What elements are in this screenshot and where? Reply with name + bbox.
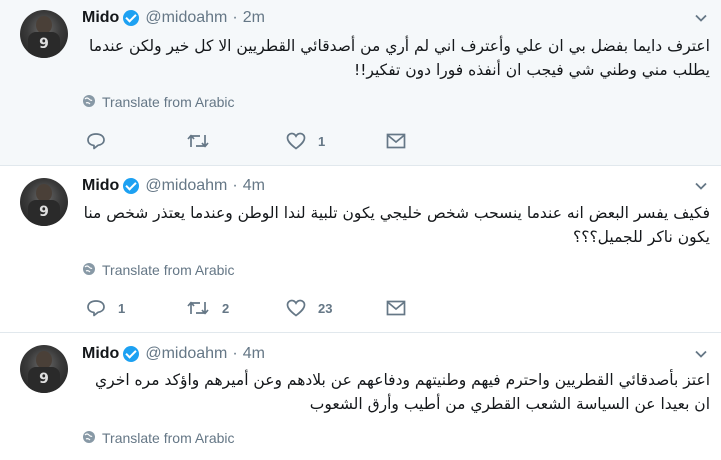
globe-icon	[82, 430, 102, 447]
verified-badge-icon	[123, 346, 140, 362]
tweet-card[interactable]: 9 Mido @midoahm · 4m اعتز بأصدقائي القطر…	[0, 333, 721, 460]
chevron-down-icon[interactable]	[695, 348, 707, 360]
user-handle[interactable]: @midoahm	[145, 345, 227, 363]
avatar[interactable]: 9	[20, 345, 68, 393]
retweet-icon	[186, 299, 210, 317]
timestamp[interactable]: 4m	[243, 177, 265, 195]
retweet-button[interactable]	[186, 130, 222, 152]
retweet-icon	[186, 132, 210, 150]
heart-icon	[286, 132, 306, 150]
separator-dot: ·	[232, 177, 238, 194]
translate-link[interactable]: Translate from Arabic	[82, 429, 235, 447]
like-button[interactable]: 1	[286, 130, 325, 152]
globe-icon	[82, 262, 102, 279]
translate-label: Translate from Arabic	[102, 430, 235, 446]
separator-dot: ·	[232, 9, 238, 26]
avatar-jersey-number: 9	[28, 32, 60, 58]
timestamp[interactable]: 2m	[243, 9, 265, 27]
avatar-jersey-number: 9	[28, 367, 60, 393]
retweet-count: 2	[222, 300, 230, 316]
display-name[interactable]: Mido	[82, 345, 119, 363]
user-handle[interactable]: @midoahm	[145, 177, 227, 195]
reply-count: 1	[118, 300, 126, 316]
avatar[interactable]: 9	[20, 178, 68, 226]
verified-badge-icon	[123, 10, 140, 26]
reply-button[interactable]: 1	[86, 297, 125, 319]
like-count: 23	[318, 300, 333, 316]
direct-message-button[interactable]	[386, 130, 406, 152]
tweet-card[interactable]: 9 Mido @midoahm · 4m فكيف يفسر البعض انه…	[0, 166, 721, 333]
reply-icon	[86, 132, 106, 150]
tweet-header: Mido @midoahm · 2m	[82, 8, 265, 28]
avatar[interactable]: 9	[20, 10, 68, 58]
direct-message-button[interactable]	[386, 297, 406, 319]
tweet-card[interactable]: 9 Mido @midoahm · 2m اعترف دايما بفضل بي…	[0, 0, 721, 166]
tweet-header: Mido @midoahm · 4m	[82, 344, 265, 364]
tweet-actions: 1	[82, 130, 482, 152]
user-handle[interactable]: @midoahm	[145, 9, 227, 27]
display-name[interactable]: Mido	[82, 177, 119, 195]
like-count: 1	[318, 133, 326, 149]
tweet-text: اعترف دايما بفضل بي ان علي وأعترف اني لم…	[89, 37, 710, 79]
separator-dot: ·	[232, 345, 238, 362]
avatar-jersey-number: 9	[28, 200, 60, 226]
reply-icon	[86, 299, 106, 317]
verified-badge-icon	[123, 178, 140, 194]
like-button[interactable]: 23	[286, 297, 332, 319]
reply-button[interactable]	[86, 130, 118, 152]
translate-label: Translate from Arabic	[102, 262, 235, 278]
envelope-icon	[386, 300, 406, 316]
chevron-down-icon[interactable]	[695, 180, 707, 192]
translate-link[interactable]: Translate from Arabic	[82, 261, 235, 279]
envelope-icon	[386, 133, 406, 149]
tweet-actions: 1 2 23	[82, 297, 482, 319]
tweet-text: فكيف يفسر البعض انه عندما ينسحب شخص خليج…	[83, 204, 710, 246]
globe-icon	[82, 94, 102, 111]
translate-label: Translate from Arabic	[102, 94, 235, 110]
display-name[interactable]: Mido	[82, 9, 119, 27]
timestamp[interactable]: 4m	[243, 345, 265, 363]
tweet-header: Mido @midoahm · 4m	[82, 176, 265, 196]
tweet-text: اعتز بأصدقائي القطريين واحترم فيهم وطنيت…	[95, 371, 710, 413]
heart-icon	[286, 299, 306, 317]
chevron-down-icon[interactable]	[695, 12, 707, 24]
translate-link[interactable]: Translate from Arabic	[82, 93, 235, 111]
retweet-button[interactable]: 2	[186, 297, 229, 319]
